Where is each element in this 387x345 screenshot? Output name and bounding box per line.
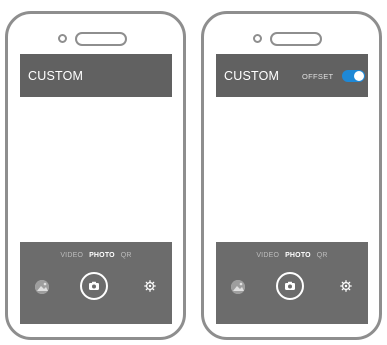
camera-viewfinder[interactable] [216,97,368,242]
mode-tabs: VIDEO PHOTO QR [216,252,368,259]
camera-dot [58,34,67,43]
camera-icon [89,281,99,290]
camera-dot [253,34,262,43]
screen: CUSTOM OFFSET VIDEO PHOTO QR [216,54,368,327]
camera-controls-bar: VIDEO PHOTO QR [216,242,368,324]
phone-mockup-left: CUSTOM VIDEO PHOTO QR [5,11,186,340]
gallery-thumbnail-icon[interactable] [231,280,245,294]
offset-toggle[interactable] [342,70,365,82]
shutter-button[interactable] [276,272,304,300]
header-bar: CUSTOM [20,54,172,97]
phone-mockup-right: CUSTOM OFFSET VIDEO PHOTO QR [201,11,382,340]
shutter-button[interactable] [80,272,108,300]
screen: CUSTOM VIDEO PHOTO QR [20,54,172,327]
screen-title: CUSTOM [224,69,280,83]
tab-qr[interactable]: QR [317,252,328,259]
mode-tabs: VIDEO PHOTO QR [20,252,172,259]
tab-video[interactable]: VIDEO [60,252,83,259]
toggle-knob [354,71,364,81]
header-bar: CUSTOM OFFSET [216,54,368,97]
gallery-thumbnail-icon[interactable] [35,280,49,294]
speaker-slot [75,32,127,46]
gear-icon[interactable] [144,280,156,292]
tab-photo[interactable]: PHOTO [285,252,311,259]
camera-icon [285,281,295,290]
tab-photo[interactable]: PHOTO [89,252,115,259]
tab-video[interactable]: VIDEO [256,252,279,259]
gear-icon[interactable] [340,280,352,292]
speaker-slot [270,32,322,46]
tab-qr[interactable]: QR [121,252,132,259]
camera-controls-bar: VIDEO PHOTO QR [20,242,172,324]
camera-viewfinder[interactable] [20,97,172,242]
offset-label: OFFSET [302,72,334,81]
screen-title: CUSTOM [28,69,84,83]
